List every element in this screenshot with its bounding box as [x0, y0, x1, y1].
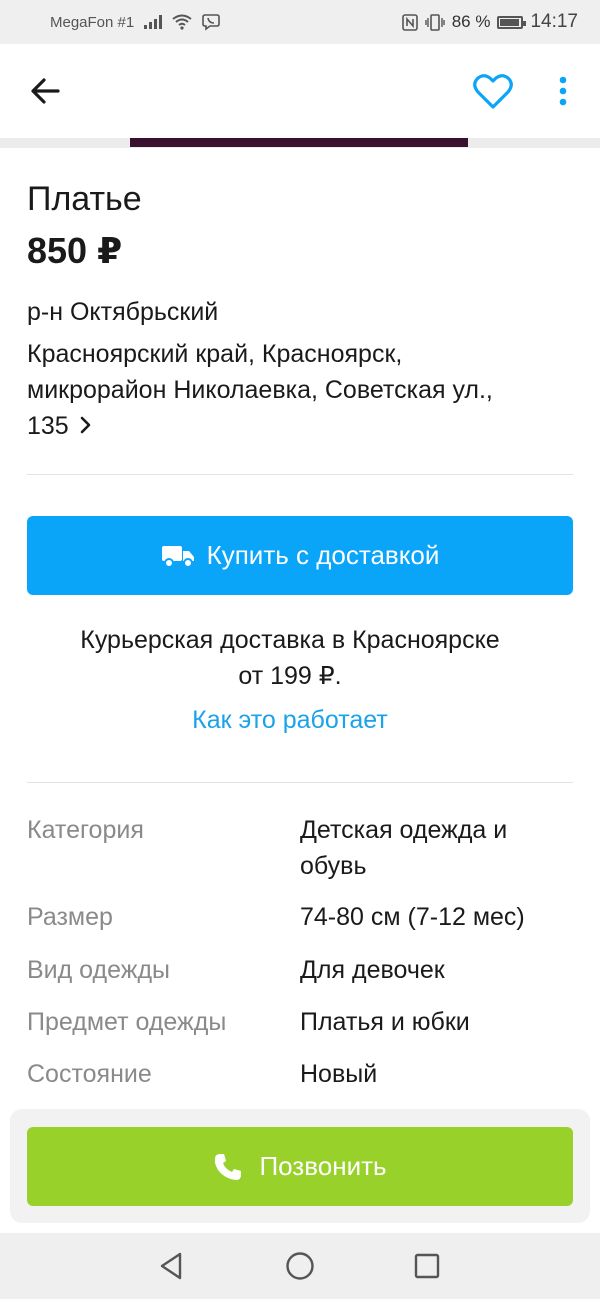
- specs-table: Категория Детская одежда и обувь Размер …: [27, 812, 573, 1092]
- spec-value-line: обувь: [300, 852, 367, 880]
- heart-icon: [473, 74, 513, 109]
- square-recents-icon: [414, 1253, 440, 1279]
- spec-row-clothing-type: Вид одежды Для девочек: [27, 952, 573, 988]
- product-photo: [130, 138, 468, 147]
- buy-with-delivery-button[interactable]: Купить с доставкой: [27, 516, 573, 595]
- divider: [27, 474, 573, 475]
- top-app-bar: [0, 44, 600, 138]
- spec-label: Состояние: [27, 1060, 152, 1088]
- triangle-back-icon: [160, 1252, 182, 1280]
- district: р-н Октябрьский: [27, 298, 219, 326]
- clock: 14:17: [530, 11, 578, 32]
- chevron-right-icon: [79, 409, 93, 445]
- favorite-button[interactable]: [470, 72, 516, 112]
- wifi-icon: [172, 14, 192, 30]
- delivery-info-line: от 199 ₽.: [238, 662, 342, 690]
- address-link[interactable]: Красноярский край, Красноярск, микрорайо…: [27, 336, 547, 445]
- signal-icon: [144, 15, 163, 29]
- spec-value: Новый: [300, 1060, 378, 1088]
- battery-icon: [497, 15, 527, 29]
- status-bar: MegaFon #1 86 % 14:17: [0, 0, 600, 44]
- divider: [27, 782, 573, 783]
- battery-percent: 86 %: [451, 12, 491, 31]
- spec-row-condition: Состояние Новый: [27, 1056, 573, 1092]
- spec-row-clothing-item: Предмет одежды Платья и юбки: [27, 1004, 573, 1040]
- spec-value: Для девочек: [300, 956, 445, 984]
- arrow-left-icon: [31, 78, 60, 104]
- back-button[interactable]: [26, 73, 66, 109]
- truck-icon: [161, 545, 194, 568]
- nav-back-button[interactable]: [156, 1250, 188, 1282]
- call-button-label: Позвонить: [259, 1151, 387, 1181]
- listing-price: 850 ₽: [27, 230, 123, 271]
- delivery-info-line: Курьерская доставка в Красноярске: [80, 626, 500, 654]
- spec-value: Детская одежда и обувь: [300, 812, 573, 884]
- more-options-button[interactable]: [550, 72, 576, 112]
- photo-gallery-strip[interactable]: [0, 138, 600, 148]
- nav-home-button[interactable]: [284, 1250, 316, 1282]
- viber-icon: [202, 14, 221, 31]
- spec-row-category: Категория Детская одежда и обувь: [27, 812, 573, 884]
- status-left: MegaFon #1: [50, 13, 221, 31]
- circle-home-icon: [286, 1252, 314, 1280]
- listing-title: Платье: [27, 180, 142, 218]
- spec-value-line: Детская одежда и: [300, 816, 508, 844]
- spec-label: Предмет одежды: [27, 1008, 227, 1036]
- vibrate-icon: [425, 13, 445, 31]
- spec-row-size: Размер 74-80 см (7-12 мес): [27, 899, 573, 935]
- delivery-info: Курьерская доставка в Красноярске от 199…: [0, 622, 580, 694]
- address-line-last: 135: [27, 408, 547, 445]
- buy-with-delivery-label: Купить с доставкой: [206, 540, 440, 570]
- carrier-name: MegaFon #1: [50, 13, 135, 31]
- nfc-icon: [401, 13, 418, 31]
- how-it-works-link[interactable]: Как это работает: [0, 706, 580, 735]
- call-button[interactable]: Позвонить: [27, 1127, 573, 1206]
- spec-label: Размер: [27, 903, 113, 931]
- call-panel: Позвонить: [10, 1109, 590, 1223]
- address-line: микрорайон Николаевка, Советская ул.,: [27, 376, 493, 404]
- spec-value: 74-80 см (7-12 мес): [300, 903, 525, 931]
- address-house: 135: [27, 412, 69, 440]
- system-nav-bar: [0, 1233, 600, 1299]
- nav-recents-button[interactable]: [411, 1250, 443, 1282]
- more-vertical-icon: [559, 76, 567, 106]
- spec-label: Вид одежды: [27, 956, 171, 984]
- status-right: 86 % 14:17: [401, 11, 578, 33]
- address-line: Красноярский край, Красноярск,: [27, 340, 403, 368]
- spec-label: Категория: [27, 816, 144, 844]
- phone-icon: [215, 1153, 242, 1180]
- spec-value: Платья и юбки: [300, 1008, 470, 1036]
